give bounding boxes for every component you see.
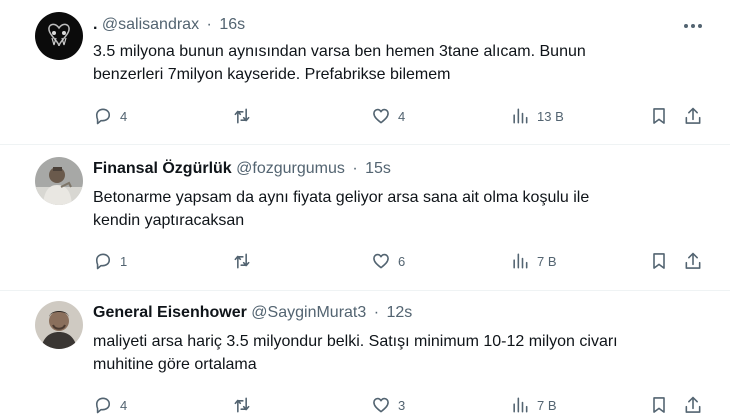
tweet-header: General Eisenhower @SayginMurat3 · 12s bbox=[93, 303, 412, 323]
avatar[interactable] bbox=[35, 157, 83, 205]
tweet-text-line: benzerleri 7milyon kayseride. Prefabriks… bbox=[93, 66, 451, 83]
tweet-text-line: maliyeti arsa hariç 3.5 milyondur belki.… bbox=[93, 333, 618, 350]
views-count: 13 B bbox=[537, 108, 564, 124]
bookmark-button[interactable] bbox=[649, 395, 669, 415]
views-button[interactable]: 13 B bbox=[510, 106, 564, 126]
bookmark-button[interactable] bbox=[649, 251, 669, 271]
more-options-button[interactable] bbox=[680, 16, 706, 36]
tweet-text: maliyeti arsa hariç 3.5 milyondur belki.… bbox=[93, 330, 713, 376]
share-icon bbox=[685, 252, 701, 269]
like-icon bbox=[373, 397, 389, 413]
views-count: 7 B bbox=[537, 397, 557, 413]
avatar[interactable] bbox=[35, 12, 83, 60]
views-icon bbox=[513, 108, 528, 124]
bookmark-icon bbox=[653, 397, 665, 413]
retweet-icon bbox=[234, 397, 250, 413]
like-count: 3 bbox=[398, 397, 406, 413]
reply-count: 4 bbox=[120, 397, 128, 413]
like-button[interactable]: 6 bbox=[371, 251, 405, 271]
reply-icon bbox=[95, 253, 111, 270]
bookmark-icon bbox=[653, 108, 665, 124]
timestamp[interactable]: 16s bbox=[219, 16, 245, 33]
tweet-header: Finansal Özgürlük @fozgurgumus · 15s bbox=[93, 159, 391, 179]
share-icon bbox=[685, 107, 701, 124]
views-count: 7 B bbox=[537, 253, 557, 269]
avatar-image bbox=[35, 12, 83, 60]
handle[interactable]: @SayginMurat3 bbox=[251, 304, 366, 321]
retweet-button[interactable] bbox=[232, 395, 259, 415]
retweet-icon bbox=[234, 253, 250, 269]
tweet[interactable]: Finansal Özgürlük @fozgurgumus · 15s Bet… bbox=[0, 145, 730, 291]
handle[interactable]: @fozgurgumus bbox=[236, 160, 345, 177]
like-icon bbox=[373, 108, 389, 124]
like-count: 6 bbox=[398, 253, 406, 269]
like-button[interactable]: 3 bbox=[371, 395, 405, 415]
views-icon bbox=[513, 397, 528, 413]
display-name[interactable]: Finansal Özgürlük bbox=[93, 160, 232, 177]
share-button[interactable] bbox=[683, 395, 703, 415]
reply-button[interactable]: 1 bbox=[93, 251, 127, 271]
share-button[interactable] bbox=[683, 251, 703, 271]
reply-icon bbox=[95, 397, 111, 414]
tweet-text-line: muhitine göre ortalama bbox=[93, 356, 257, 373]
bookmark-button[interactable] bbox=[649, 106, 669, 126]
tweet-text: Betonarme yapsam da aynı fiyata geliyor … bbox=[93, 186, 713, 232]
display-name[interactable]: . bbox=[93, 16, 97, 33]
separator-dot: · bbox=[373, 304, 380, 321]
action-bar: 4 3 7 B bbox=[93, 395, 713, 415]
reply-icon bbox=[95, 108, 111, 125]
share-button[interactable] bbox=[683, 106, 703, 126]
tweet-text-line: 3.5 milyona bunun aynısından varsa ben h… bbox=[93, 43, 586, 60]
avatar-image bbox=[35, 157, 83, 205]
like-icon bbox=[373, 253, 389, 269]
tweet[interactable]: . @salisandrax · 16s 3.5 milyona bunun a… bbox=[0, 0, 730, 145]
reply-count: 4 bbox=[120, 108, 128, 124]
avatar-image bbox=[35, 301, 83, 349]
retweet-button[interactable] bbox=[232, 251, 259, 271]
tweet-text: 3.5 milyona bunun aynısından varsa ben h… bbox=[93, 40, 713, 86]
share-icon bbox=[685, 396, 701, 413]
bookmark-icon bbox=[653, 253, 665, 269]
retweet-button[interactable] bbox=[232, 106, 259, 126]
views-button[interactable]: 7 B bbox=[510, 395, 557, 415]
views-icon bbox=[513, 253, 528, 269]
display-name[interactable]: General Eisenhower bbox=[93, 304, 247, 321]
reply-button[interactable]: 4 bbox=[93, 106, 127, 126]
separator-dot: · bbox=[352, 160, 358, 177]
tweet-text-line: Betonarme yapsam da aynı fiyata geliyor … bbox=[93, 189, 590, 206]
timestamp[interactable]: 12s bbox=[387, 304, 413, 321]
action-bar: 1 6 7 B bbox=[93, 251, 713, 271]
avatar[interactable] bbox=[35, 301, 83, 349]
separator-dot: · bbox=[206, 16, 212, 33]
action-bar: 4 4 13 B bbox=[93, 106, 713, 126]
tweet-text-line: kendin yaptıracaksan bbox=[93, 212, 245, 229]
tweet[interactable]: General Eisenhower @SayginMurat3 · 12s m… bbox=[0, 291, 730, 420]
reply-count: 1 bbox=[120, 253, 128, 269]
tweet-header: . @salisandrax · 16s bbox=[93, 15, 245, 35]
handle[interactable]: @salisandrax bbox=[102, 16, 199, 33]
reply-button[interactable]: 4 bbox=[93, 395, 127, 415]
like-count: 4 bbox=[398, 108, 406, 124]
like-button[interactable]: 4 bbox=[371, 106, 405, 126]
views-button[interactable]: 7 B bbox=[510, 251, 557, 271]
timestamp[interactable]: 15s bbox=[365, 160, 391, 177]
more-icon bbox=[684, 24, 702, 28]
retweet-icon bbox=[234, 108, 250, 124]
